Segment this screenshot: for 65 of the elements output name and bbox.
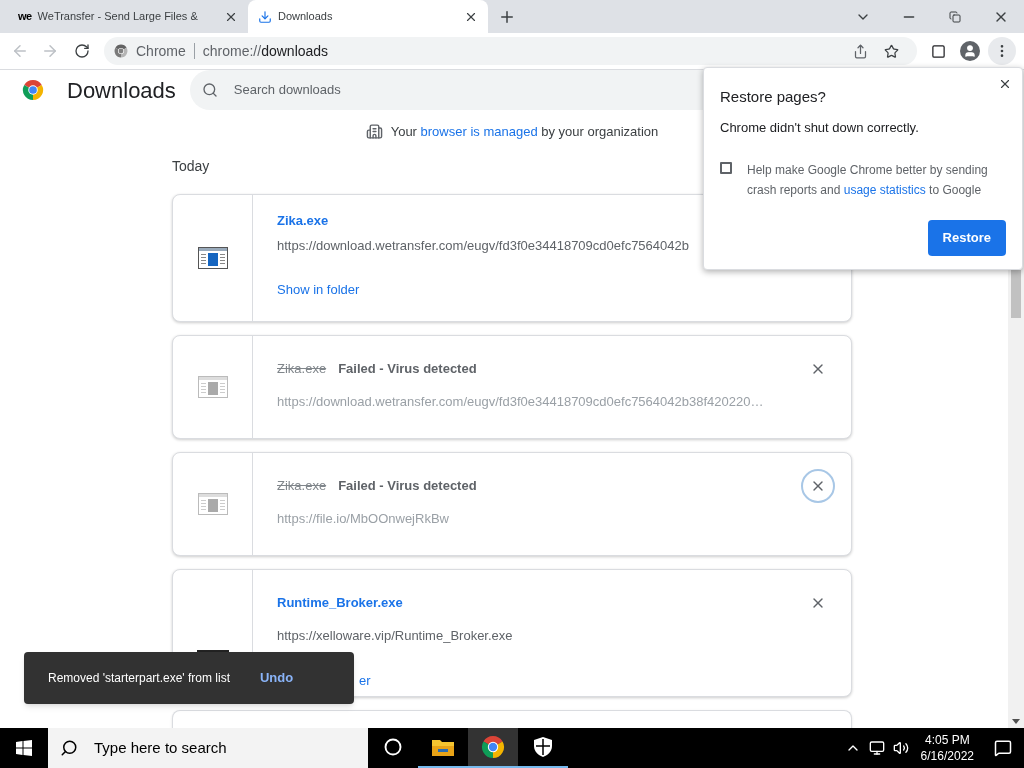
undo-button[interactable]: Undo	[260, 668, 294, 688]
restore-button[interactable]: Restore	[927, 220, 1006, 256]
managed-link[interactable]: browser is managed	[420, 124, 538, 139]
search-icon	[201, 82, 218, 98]
browser-tab[interactable]: Downloads	[248, 0, 488, 33]
reload-icon[interactable]	[74, 43, 90, 59]
search-placeholder: Search downloads	[233, 81, 341, 100]
status-text: Failed - Virus detected	[338, 476, 477, 495]
close-icon[interactable]	[998, 77, 1012, 91]
url-text: https://file.io/MbOOnwejRkBw	[277, 509, 450, 528]
side-panel-icon[interactable]	[931, 43, 946, 59]
download-icon	[258, 9, 272, 24]
url-scheme: chrome://	[202, 41, 262, 61]
cortana-circle-icon	[384, 738, 402, 756]
chrome-icon	[481, 735, 505, 759]
show-in-folder-link[interactable]: er	[359, 671, 371, 691]
search-icon	[60, 739, 78, 757]
site-label: Chrome	[136, 41, 186, 61]
tab-title: Downloads	[278, 9, 333, 25]
notification-icon[interactable]	[994, 739, 1012, 757]
checkbox[interactable]	[720, 162, 732, 174]
page-title: Downloads	[67, 76, 176, 105]
url-text: https://download.wetransfer.com/eugv/fd3f0e34418709cd0efc7564042b38f420220…	[277, 392, 765, 411]
shield-icon	[533, 736, 553, 758]
show-in-folder-link[interactable]: Show in folder	[277, 279, 360, 299]
address-bar[interactable]: Chrome chrome://downloads	[104, 37, 917, 65]
file-name-link[interactable]: Runtime_Broker.exe	[277, 592, 403, 613]
popup-message: Chrome didn't shut down correctly.	[720, 118, 920, 137]
taskbar-search-placeholder: Type here to search	[94, 737, 227, 758]
file-name: Zika.exe	[277, 359, 327, 378]
checkbox-label: Help make Google Chrome better by sending crash reports and usage statistics to Google	[747, 162, 989, 199]
scroll-down-icon[interactable]	[1012, 719, 1020, 724]
taskbar-app-button[interactable]	[468, 728, 518, 768]
favicon-logo: we	[18, 9, 32, 25]
person-icon	[963, 44, 977, 58]
bookmark-star-icon[interactable]	[884, 43, 899, 59]
window-file-icon	[197, 246, 228, 269]
url-host: downloads	[261, 41, 329, 61]
clock-time: 4:05 PM	[924, 732, 970, 748]
usage-statistics-link[interactable]: usage statistics	[843, 183, 926, 197]
file-name: Zika.exe	[277, 476, 327, 495]
chrome-page-icon	[114, 44, 128, 58]
file-name-link[interactable]: Zika.exe	[277, 210, 329, 230]
windows-start-icon[interactable]	[16, 740, 32, 756]
popup-title: Restore pages?	[720, 87, 827, 107]
network-icon[interactable]	[868, 740, 885, 756]
window-file-icon	[197, 492, 228, 515]
scrollbar-thumb[interactable]	[1011, 270, 1021, 318]
restore-window-icon[interactable]	[949, 10, 961, 23]
share-icon[interactable]	[853, 43, 868, 59]
taskbar-search-field[interactable]: Type here to search	[48, 728, 368, 768]
building-icon	[365, 123, 383, 141]
volume-icon[interactable]	[892, 740, 909, 756]
clock-date: 6/16/2022	[920, 748, 974, 764]
url-text: https://download.wetransfer.com/eugv/fd3f0e34418709cd0efc7564042b	[277, 237, 690, 255]
folder-icon	[431, 737, 455, 757]
managed-notice: Your browser is managed by your organization	[390, 123, 659, 141]
toast-message: Removed 'starterpart.exe' from list	[48, 670, 230, 687]
profile-avatar[interactable]	[960, 41, 980, 61]
date-heading: Today	[172, 156, 210, 176]
window-file-icon	[197, 375, 228, 398]
url-text: https://xelloware.vip/Runtime_Broker.exe	[277, 626, 514, 645]
status-text: Failed - Virus detected	[338, 359, 477, 378]
chrome-logo-icon	[22, 79, 44, 101]
tab-title: WeTransfer - Send Large Files &	[37, 9, 198, 25]
